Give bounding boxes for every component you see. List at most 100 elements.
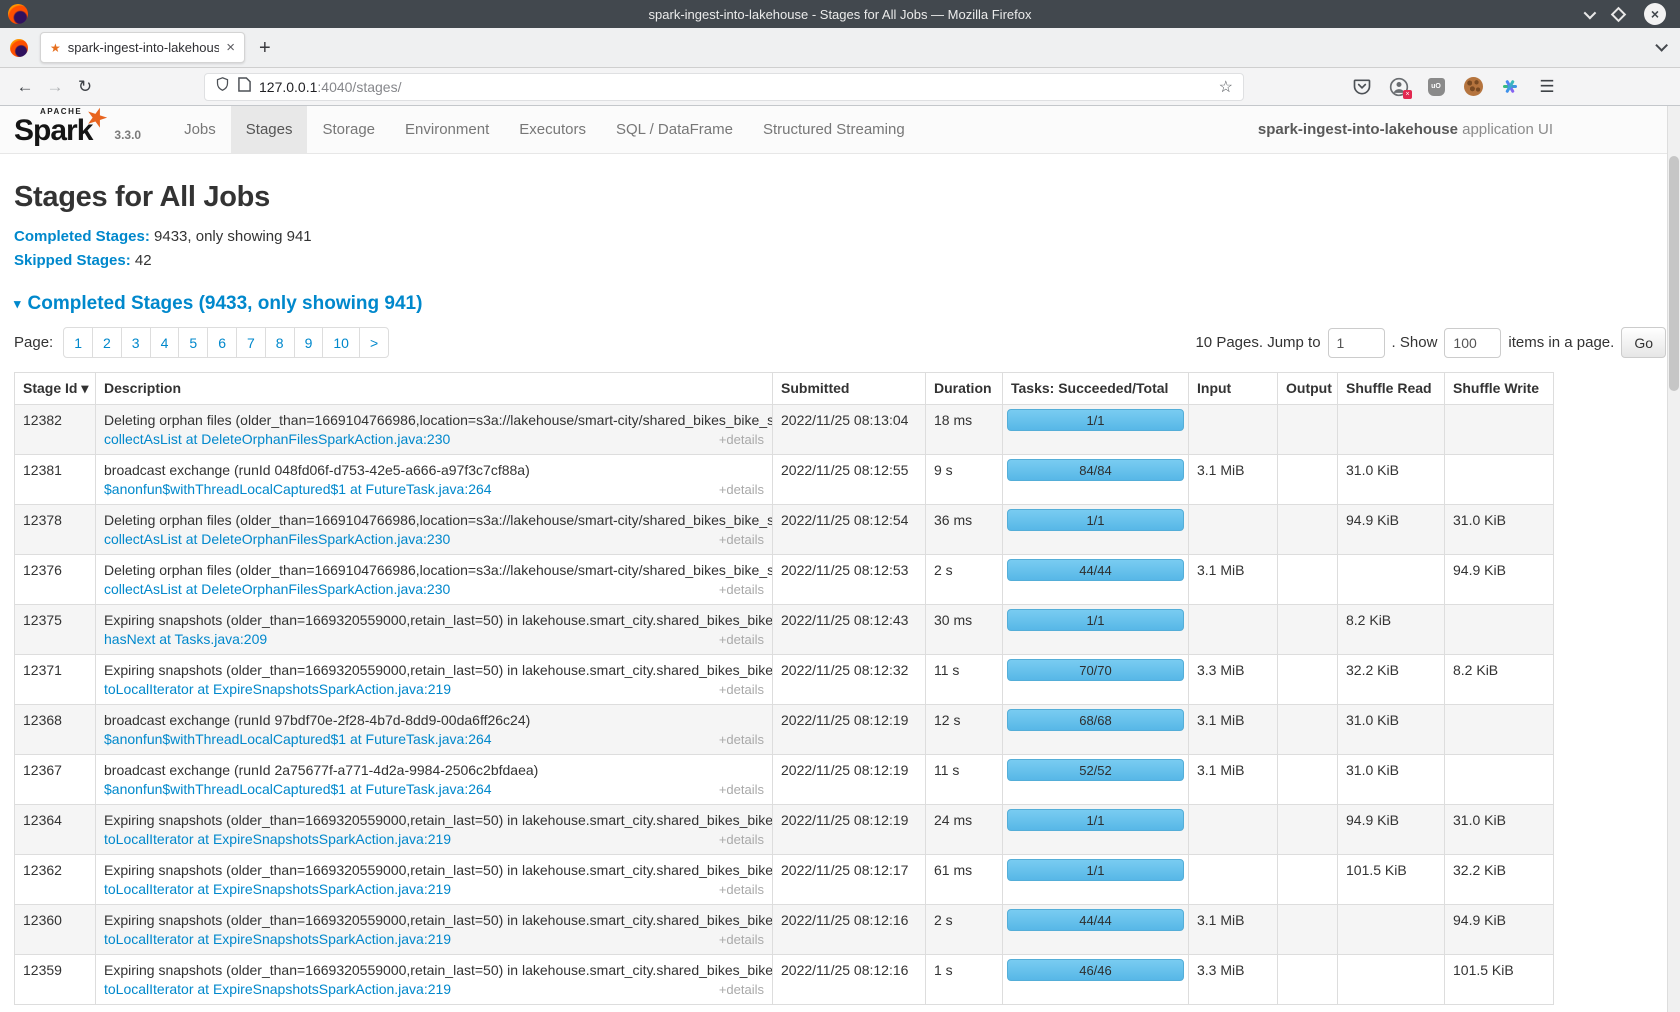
stage-link[interactable]: $anonfun$withThreadLocalCaptured$1 at Fu… xyxy=(104,481,492,497)
spark-logo[interactable]: APACHE Spark ★ 3.3.0 xyxy=(14,106,151,153)
maximize-icon[interactable] xyxy=(1611,6,1627,22)
tasks-progress-bar: 70/70 xyxy=(1007,659,1184,681)
account-icon[interactable]: × xyxy=(1388,76,1410,98)
shuffle-read-cell xyxy=(1338,955,1445,1005)
stage-link[interactable]: toLocalIterator at ExpireSnapshotsSparkA… xyxy=(104,681,451,697)
page-button-8[interactable]: 8 xyxy=(265,327,295,358)
col-shuffle-write[interactable]: Shuffle Write xyxy=(1445,373,1554,405)
reload-button[interactable]: ↻ xyxy=(70,77,100,97)
items-per-page-input[interactable] xyxy=(1444,328,1501,358)
go-button[interactable]: Go xyxy=(1621,327,1666,358)
details-toggle[interactable]: +details xyxy=(719,532,764,547)
new-tab-button[interactable]: + xyxy=(259,38,271,58)
browser-tab[interactable]: ★ spark-ingest-into-lakehous × xyxy=(40,32,245,63)
duration-cell: 9 s xyxy=(926,455,1003,505)
spark-logo-apache: APACHE xyxy=(40,107,82,116)
nav-item-jobs[interactable]: Jobs xyxy=(169,106,231,153)
stage-link[interactable]: toLocalIterator at ExpireSnapshotsSparkA… xyxy=(104,931,451,947)
stage-link[interactable]: $anonfun$withThreadLocalCaptured$1 at Fu… xyxy=(104,731,492,747)
details-toggle[interactable]: +details xyxy=(719,582,764,597)
page-button-9[interactable]: 9 xyxy=(294,327,324,358)
col-duration[interactable]: Duration xyxy=(926,373,1003,405)
nav-item-executors[interactable]: Executors xyxy=(504,106,601,153)
page-next-button[interactable]: > xyxy=(359,327,389,358)
stage-link[interactable]: hasNext at Tasks.java:209 xyxy=(104,631,267,647)
scrollbar-thumb[interactable] xyxy=(1669,156,1679,391)
col-submitted[interactable]: Submitted xyxy=(773,373,926,405)
bookmark-star-icon[interactable]: ☆ xyxy=(1219,77,1233,97)
stage-link[interactable]: toLocalIterator at ExpireSnapshotsSparkA… xyxy=(104,981,451,997)
close-window-icon[interactable]: × xyxy=(1644,3,1666,25)
stage-link[interactable]: collectAsList at DeleteOrphanFilesSparkA… xyxy=(104,431,450,447)
details-toggle[interactable]: +details xyxy=(719,832,764,847)
details-toggle[interactable]: +details xyxy=(719,732,764,747)
nav-item-environment[interactable]: Environment xyxy=(390,106,504,153)
page-button-10[interactable]: 10 xyxy=(322,327,360,358)
page-button-7[interactable]: 7 xyxy=(236,327,266,358)
page-button-4[interactable]: 4 xyxy=(150,327,180,358)
submitted-cell: 2022/11/25 08:12:53 xyxy=(773,555,926,605)
stage-link[interactable]: collectAsList at DeleteOrphanFilesSparkA… xyxy=(104,531,450,547)
page-button-3[interactable]: 3 xyxy=(121,327,151,358)
skipped-stages-link[interactable]: Skipped Stages: xyxy=(14,252,131,269)
col-output[interactable]: Output xyxy=(1278,373,1338,405)
page-scrollbar[interactable] xyxy=(1667,106,1680,1012)
page-button-2[interactable]: 2 xyxy=(92,327,122,358)
cookie-extension-icon[interactable] xyxy=(1462,76,1484,98)
show-text: . Show xyxy=(1392,334,1438,351)
duration-cell: 2 s xyxy=(926,905,1003,955)
table-row: 12360 Expiring snapshots (older_than=166… xyxy=(15,905,1554,955)
details-toggle[interactable]: +details xyxy=(719,882,764,897)
tasks-progress-label: 1/1 xyxy=(1086,613,1104,628)
nav-item-stages[interactable]: Stages xyxy=(231,106,308,153)
tabs-dropdown-button[interactable] xyxy=(1655,43,1664,52)
stage-link[interactable]: toLocalIterator at ExpireSnapshotsSparkA… xyxy=(104,881,451,897)
col-shuffle-read[interactable]: Shuffle Read xyxy=(1338,373,1445,405)
details-toggle[interactable]: +details xyxy=(719,782,764,797)
pagination-row: Page: 12345678910> 10 Pages. Jump to . S… xyxy=(14,327,1666,358)
firefox-icon xyxy=(10,39,28,57)
back-button[interactable]: ← xyxy=(10,77,40,97)
pocket-icon[interactable] xyxy=(1351,76,1373,98)
col-input[interactable]: Input xyxy=(1189,373,1278,405)
skipped-stages-value: 42 xyxy=(131,252,152,269)
stage-link[interactable]: collectAsList at DeleteOrphanFilesSparkA… xyxy=(104,581,450,597)
col-stage-id[interactable]: Stage Id ▾ xyxy=(15,373,96,405)
page-button-6[interactable]: 6 xyxy=(207,327,237,358)
ublock-icon[interactable]: uO xyxy=(1425,76,1447,98)
completed-stages-section-toggle[interactable]: ▾ Completed Stages (9433, only showing 9… xyxy=(14,293,1666,315)
page-info-icon[interactable] xyxy=(238,77,251,97)
nav-item-sql-dataframe[interactable]: SQL / DataFrame xyxy=(601,106,748,153)
shuffle-write-cell: 8.2 KiB xyxy=(1445,655,1554,705)
menu-icon[interactable]: ☰ xyxy=(1536,76,1558,98)
col-tasks[interactable]: Tasks: Succeeded/Total xyxy=(1003,373,1189,405)
details-toggle[interactable]: +details xyxy=(719,932,764,947)
details-toggle[interactable]: +details xyxy=(719,432,764,447)
stage-link[interactable]: toLocalIterator at ExpireSnapshotsSparkA… xyxy=(104,831,451,847)
minimize-icon[interactable] xyxy=(1584,6,1597,19)
url-bar[interactable]: 127.0.0.1:4040/stages/ ☆ xyxy=(204,73,1244,101)
sparkle-extension-icon[interactable] xyxy=(1499,76,1521,98)
details-toggle[interactable]: +details xyxy=(719,982,764,997)
details-toggle[interactable]: +details xyxy=(719,682,764,697)
stage-description: Expiring snapshots (older_than=166932055… xyxy=(104,912,764,928)
duration-cell: 24 ms xyxy=(926,805,1003,855)
col-description[interactable]: Description xyxy=(96,373,773,405)
page-button-5[interactable]: 5 xyxy=(178,327,208,358)
completed-stages-link[interactable]: Completed Stages: xyxy=(14,228,150,245)
tasks-progress-bar: 46/46 xyxy=(1007,959,1184,981)
table-header-row: Stage Id ▾ Description Submitted Duratio… xyxy=(15,373,1554,405)
page-button-1[interactable]: 1 xyxy=(63,327,93,358)
submitted-cell: 2022/11/25 08:13:04 xyxy=(773,405,926,455)
details-toggle[interactable]: +details xyxy=(719,482,764,497)
shield-icon[interactable] xyxy=(215,76,230,97)
stage-link[interactable]: $anonfun$withThreadLocalCaptured$1 at Fu… xyxy=(104,781,492,797)
shuffle-write-cell: 101.5 KiB xyxy=(1445,955,1554,1005)
input-cell xyxy=(1189,405,1278,455)
nav-item-storage[interactable]: Storage xyxy=(307,106,390,153)
nav-item-structured-streaming[interactable]: Structured Streaming xyxy=(748,106,920,153)
details-toggle[interactable]: +details xyxy=(719,632,764,647)
tab-close-icon[interactable]: × xyxy=(226,40,235,55)
submitted-cell: 2022/11/25 08:12:54 xyxy=(773,505,926,555)
jump-to-page-input[interactable] xyxy=(1328,328,1385,358)
